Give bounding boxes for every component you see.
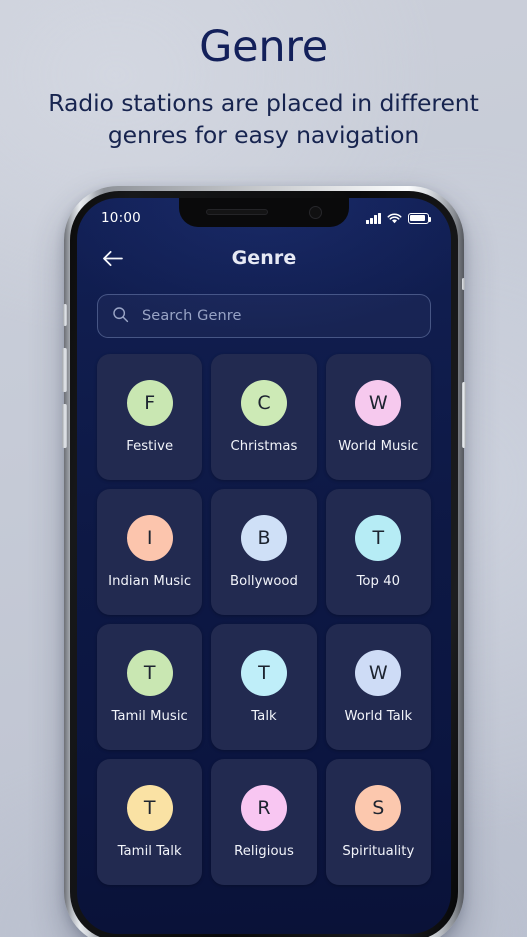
genre-avatar: T [355,515,402,561]
genre-grid: F Festive C Christmas W World Music I Indian Mu… [77,338,451,885]
genre-label: Talk [251,709,277,724]
volume-down-button[interactable] [62,404,67,448]
genre-label: Festive [126,439,174,454]
genre-avatar: T [126,785,173,831]
genre-label: Tamil Talk [117,844,182,859]
back-button[interactable] [97,243,127,273]
genre-card[interactable]: R Religious [211,759,317,885]
search-section: Search Genre [77,284,451,338]
battery-icon [408,212,432,224]
genre-avatar: W [355,380,402,426]
status-bar-icons [366,209,432,228]
genre-card[interactable]: T Talk [211,624,317,750]
phone-mockup: 10:00 Genre Search Genre F Festive C Chr… [62,186,466,937]
genre-avatar: R [240,785,287,831]
genre-card[interactable]: B Bollywood [211,489,317,615]
mute-switch-button[interactable] [62,304,67,326]
genre-avatar: C [240,380,287,426]
genre-label: Bollywood [229,574,298,589]
genre-card[interactable]: T Tamil Music [97,624,203,750]
search-input[interactable]: Search Genre [142,308,242,324]
genre-label: Religious [234,844,294,859]
app-bar: Genre [77,232,451,284]
genre-card[interactable]: S Spirituality [325,759,431,885]
genre-avatar: S [355,785,402,831]
status-bar: 10:00 [77,198,451,232]
status-bar-time: 10:00 [101,210,141,226]
genre-label: Spirituality [342,844,415,859]
arrow-left-icon [102,250,123,266]
genre-label: World Talk [344,709,413,724]
genre-card[interactable]: W World Music [325,354,431,480]
genre-avatar: B [240,515,287,561]
genre-avatar: W [355,650,402,696]
genre-avatar: I [126,515,173,561]
genre-card[interactable]: W World Talk [325,624,431,750]
phone-screen: 10:00 Genre Search Genre F Festive C Chr… [77,198,451,934]
page-title: Genre [231,247,297,269]
genre-card[interactable]: T Tamil Talk [97,759,203,885]
promo-title: Genre [199,22,328,72]
genre-label: Christmas [230,439,298,454]
genre-label: Indian Music [108,574,192,589]
promo-header: Genre Radio stations are placed in diffe… [0,0,527,151]
genre-card[interactable]: T Top 40 [325,489,431,615]
genre-avatar: T [126,650,173,696]
promo-subtitle: Radio stations are placed in different g… [48,89,479,150]
genre-card[interactable]: I Indian Music [97,489,203,615]
power-button[interactable] [461,382,466,448]
genre-avatar: T [240,650,287,696]
genre-label: Tamil Music [111,709,188,724]
genre-card[interactable]: F Festive [97,354,203,480]
wifi-icon [387,209,402,228]
volume-up-button[interactable] [62,348,67,392]
sim-tray [462,278,465,290]
search-icon [112,306,129,327]
search-bar[interactable]: Search Genre [97,294,431,338]
genre-label: World Music [338,439,419,454]
genre-label: Top 40 [356,574,401,589]
cellular-signal-icon [366,212,381,224]
genre-card[interactable]: C Christmas [211,354,317,480]
genre-avatar: F [126,380,173,426]
